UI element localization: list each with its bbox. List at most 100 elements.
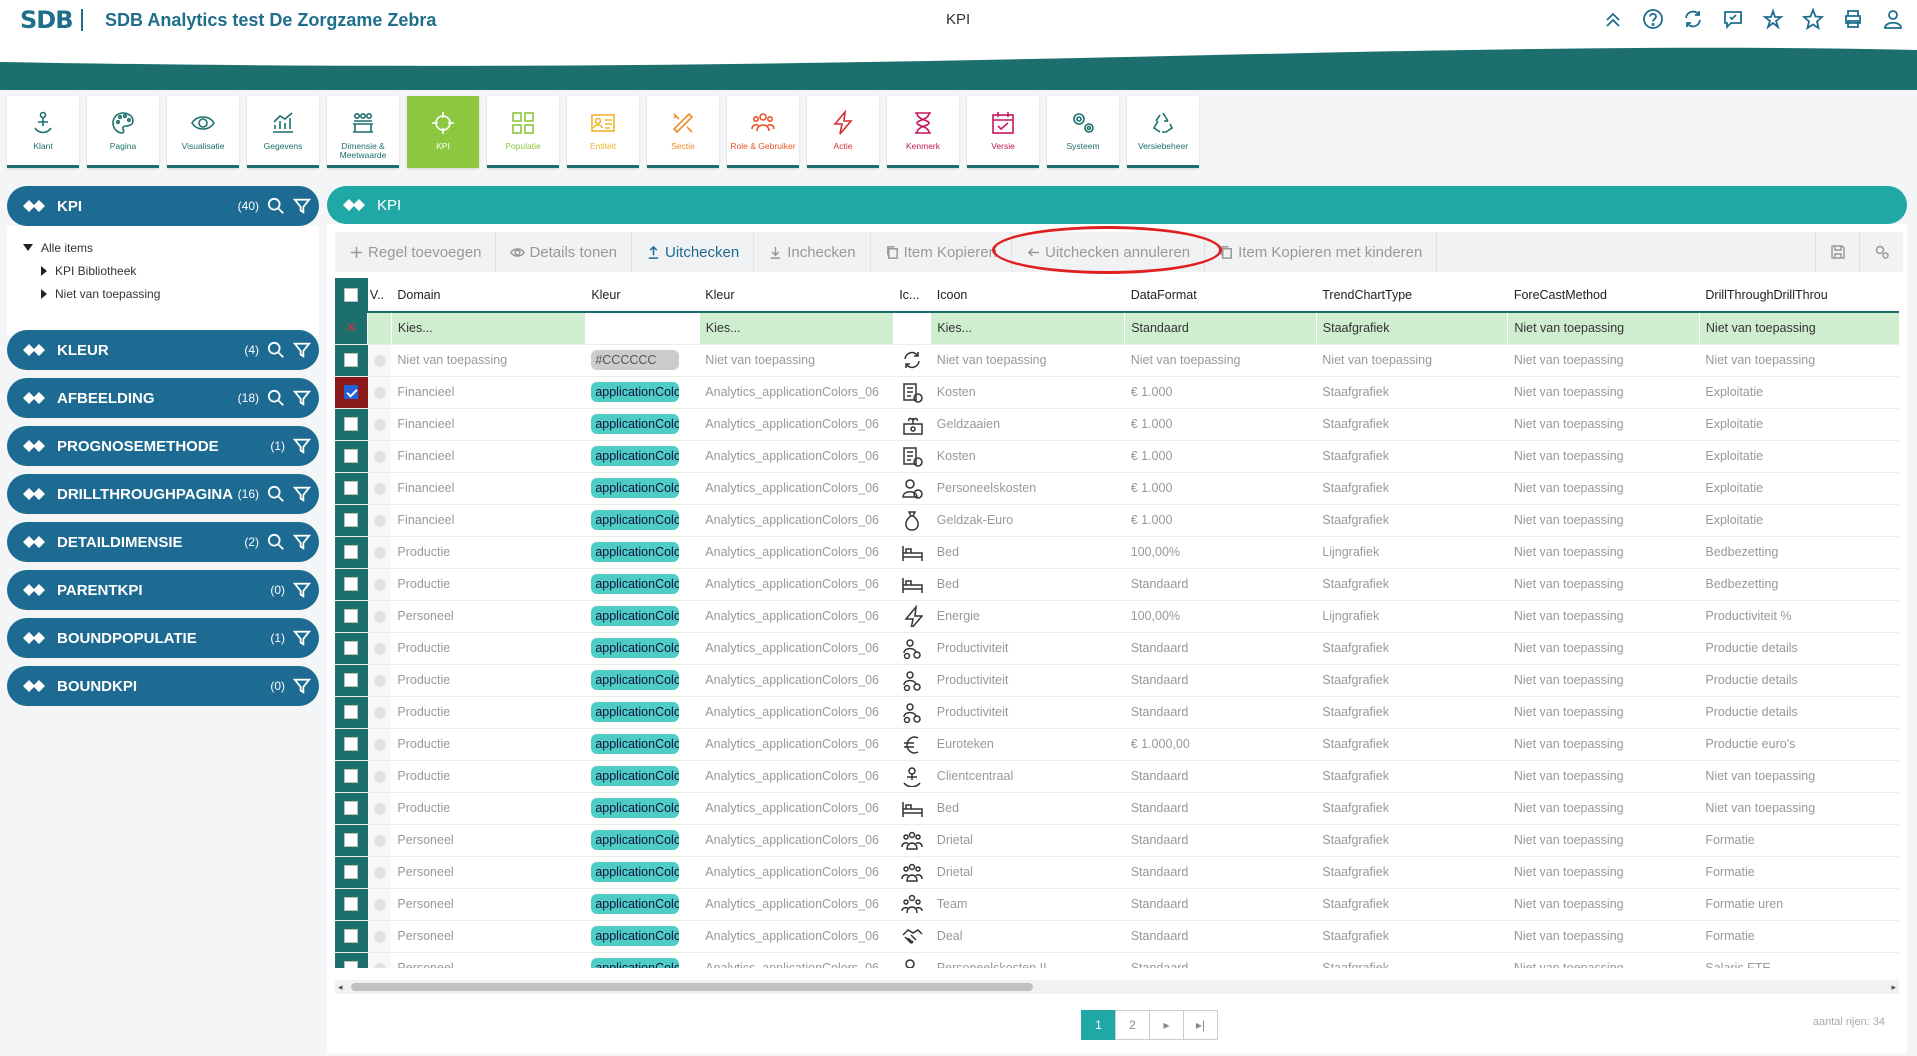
dataformat-cell[interactable]: Standaard: [1124, 920, 1317, 953]
icon-name-cell[interactable]: Niet van toepassing: [930, 344, 1125, 377]
color-chip-cell[interactable]: applicationColors_: [585, 856, 700, 889]
color-cell[interactable]: Analytics_applicationColors_06: [699, 728, 894, 761]
trendcharttype-cell[interactable]: Staafgrafiek: [1316, 856, 1508, 889]
domain-cell[interactable]: Financieel: [391, 472, 586, 505]
color-chip-cell[interactable]: applicationColors_: [585, 632, 700, 665]
tile-versie[interactable]: Versie: [967, 96, 1039, 168]
table-row[interactable]: PersoneelapplicationColors_ Analytics_app…: [335, 888, 1899, 921]
domain-cell[interactable]: Productie: [391, 792, 586, 825]
icon-name-cell[interactable]: Productiviteit: [930, 696, 1125, 729]
row-select-cell[interactable]: [335, 376, 368, 409]
domain-cell[interactable]: Niet van toepassing: [391, 344, 586, 377]
forecastmethod-cell[interactable]: Niet van toepassing: [1507, 536, 1700, 569]
icon-name-cell[interactable]: Euroteken: [930, 728, 1125, 761]
page-button-1[interactable]: 1: [1081, 1010, 1116, 1040]
color-cell[interactable]: Analytics_applicationColors_06: [699, 568, 894, 601]
trendcharttype-cell[interactable]: Staafgrafiek: [1316, 376, 1508, 409]
clear-filter-icon[interactable]: ✕: [346, 320, 357, 335]
tile-systeem[interactable]: Systeem: [1047, 96, 1119, 168]
icon-name-cell[interactable]: Kosten: [930, 376, 1125, 409]
forecastmethod-cell[interactable]: Niet van toepassing: [1507, 408, 1700, 441]
tile-pagina[interactable]: Pagina: [87, 96, 159, 168]
search-icon[interactable]: [267, 197, 285, 215]
color-chip-cell[interactable]: applicationColors_: [585, 568, 700, 601]
drillthrough-cell[interactable]: Formatie: [1699, 856, 1899, 889]
filter-icon[interactable]: [293, 341, 311, 359]
filter-cell[interactable]: Niet van toepassing: [1507, 312, 1700, 345]
color-chip-cell[interactable]: applicationColors_: [585, 600, 700, 633]
color-chip-cell[interactable]: applicationColors_: [585, 472, 700, 505]
drillthrough-cell[interactable]: Niet van toepassing: [1699, 760, 1899, 793]
sidebar-panel-header[interactable]: PARENTKPI (0): [7, 570, 319, 610]
print-button[interactable]: [1839, 5, 1867, 33]
tile-kenmerk[interactable]: Kenmerk: [887, 96, 959, 168]
color-chip-cell[interactable]: applicationColors_: [585, 760, 700, 793]
color-cell[interactable]: Analytics_applicationColors_06: [699, 856, 894, 889]
dataformat-cell[interactable]: Standaard: [1124, 952, 1317, 968]
tile-entiteit[interactable]: Entiteit: [567, 96, 639, 168]
drillthrough-cell[interactable]: Bedbezetting: [1699, 536, 1899, 569]
row-select-cell[interactable]: [335, 536, 368, 569]
select-all-cell[interactable]: [335, 278, 368, 313]
color-cell[interactable]: Analytics_applicationColors_06: [699, 824, 894, 857]
icon-name-cell[interactable]: Bed: [930, 792, 1125, 825]
domain-cell[interactable]: Productie: [391, 664, 586, 697]
icon-name-cell[interactable]: Drietal: [930, 856, 1125, 889]
color-cell[interactable]: Analytics_applicationColors_06: [699, 376, 894, 409]
color-cell[interactable]: Analytics_applicationColors_06: [699, 792, 894, 825]
table-row[interactable]: PersoneelapplicationColors_ Analytics_app…: [335, 600, 1899, 633]
color-cell[interactable]: Analytics_applicationColors_06: [699, 536, 894, 569]
forecastmethod-cell[interactable]: Niet van toepassing: [1507, 344, 1700, 377]
row-checkbox[interactable]: [344, 449, 359, 464]
drillthrough-cell[interactable]: Exploitatie: [1699, 440, 1899, 473]
color-cell[interactable]: Analytics_applicationColors_06: [699, 664, 894, 697]
sidebar-panel-header[interactable]: DRILLTHROUGHPAGINA (16): [7, 474, 319, 514]
color-chip-cell[interactable]: applicationColors_: [585, 376, 700, 409]
icon-name-cell[interactable]: Bed: [930, 568, 1125, 601]
dataformat-cell[interactable]: € 1.000: [1124, 440, 1317, 473]
table-row[interactable]: ProductieapplicationColors_ Analytics_app…: [335, 760, 1899, 793]
row-checkbox[interactable]: [344, 673, 359, 688]
domain-cell[interactable]: Personeel: [391, 600, 586, 633]
row-checkbox[interactable]: [344, 801, 359, 816]
domain-cell[interactable]: Financieel: [391, 440, 586, 473]
drillthrough-cell[interactable]: Bedbezetting: [1699, 568, 1899, 601]
drillthrough-cell[interactable]: Productie details: [1699, 632, 1899, 665]
star-button[interactable]: [1799, 5, 1827, 33]
settings-button[interactable]: [1859, 232, 1903, 272]
drillthrough-cell[interactable]: Productie details: [1699, 696, 1899, 729]
tile-actie[interactable]: Actie: [807, 96, 879, 168]
dataformat-cell[interactable]: Standaard: [1124, 856, 1317, 889]
dataformat-cell[interactable]: Standaard: [1124, 696, 1317, 729]
icon-name-cell[interactable]: Productiviteit: [930, 664, 1125, 697]
row-select-cell[interactable]: [335, 504, 368, 537]
filter-cell[interactable]: [585, 312, 700, 345]
search-icon[interactable]: [267, 341, 285, 359]
search-icon[interactable]: [267, 533, 285, 551]
user-button[interactable]: [1879, 5, 1907, 33]
search-icon[interactable]: [267, 389, 285, 407]
comment-button[interactable]: [1719, 5, 1747, 33]
table-row[interactable]: FinancieelapplicationColors_ Analytics_ap…: [335, 440, 1899, 473]
tree-item[interactable]: Niet van toepassing: [23, 282, 303, 305]
sidebar-panel-header[interactable]: PROGNOSEMETHODE (1): [7, 426, 319, 466]
icon-name-cell[interactable]: Bed: [930, 536, 1125, 569]
color-chip-cell[interactable]: applicationColors_: [585, 888, 700, 921]
filter-icon[interactable]: [293, 389, 311, 407]
row-select-cell[interactable]: [335, 824, 368, 857]
icon-name-cell[interactable]: Energie: [930, 600, 1125, 633]
trendcharttype-cell[interactable]: Staafgrafiek: [1316, 760, 1508, 793]
color-cell[interactable]: Analytics_applicationColors_06: [699, 696, 894, 729]
row-select-cell[interactable]: [335, 696, 368, 729]
row-select-cell[interactable]: [335, 344, 368, 377]
forecastmethod-cell[interactable]: Niet van toepassing: [1507, 888, 1700, 921]
tile-gegevens[interactable]: Gegevens: [247, 96, 319, 168]
trendcharttype-cell[interactable]: Staafgrafiek: [1316, 664, 1508, 697]
trendcharttype-cell[interactable]: Staafgrafiek: [1316, 408, 1508, 441]
icon-name-cell[interactable]: Kosten: [930, 440, 1125, 473]
trendcharttype-cell[interactable]: Staafgrafiek: [1316, 440, 1508, 473]
dataformat-cell[interactable]: € 1.000: [1124, 504, 1317, 537]
row-checkbox[interactable]: [344, 513, 359, 528]
column-header[interactable]: V..: [367, 278, 392, 313]
trendcharttype-cell[interactable]: Staafgrafiek: [1316, 952, 1508, 968]
